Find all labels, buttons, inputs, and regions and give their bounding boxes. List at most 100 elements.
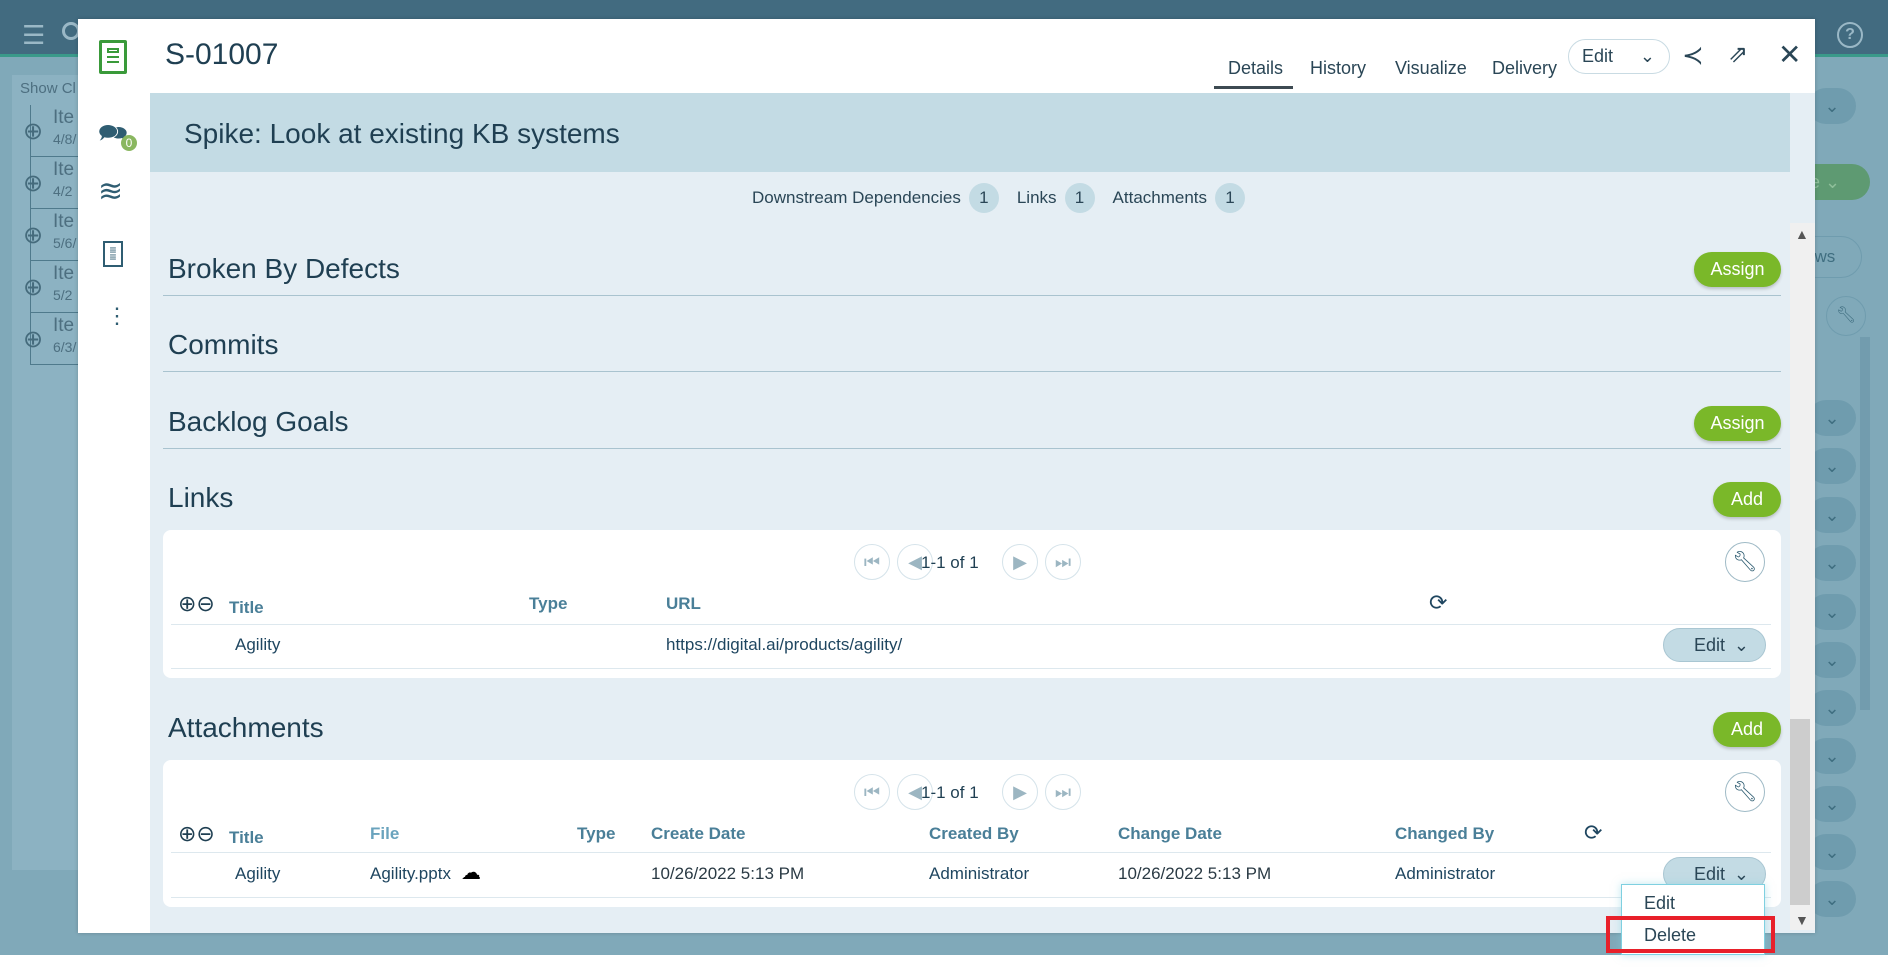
background-dropdown[interactable]: ⌄ [1808, 834, 1856, 870]
link-title[interactable]: Agility [235, 635, 280, 655]
column-header-changed-by[interactable]: Changed By [1395, 824, 1494, 844]
background-scrollbar[interactable] [1860, 337, 1870, 710]
last-page-button[interactable]: ⏭ [1045, 774, 1081, 810]
menu-item-edit[interactable]: Edit [1644, 893, 1675, 914]
column-header-file[interactable]: File [370, 824, 399, 844]
create-date: 10/26/2022 5:13 PM [651, 864, 805, 883]
close-icon[interactable]: ✕ [1778, 38, 1801, 71]
created-by[interactable]: Administrator [929, 864, 1029, 884]
next-page-button[interactable]: ▶ [1002, 544, 1038, 580]
grid-settings-wrench-icon[interactable]: 🔧︎ [1725, 772, 1765, 812]
column-header-type[interactable]: Type [577, 824, 615, 844]
expand-icon[interactable]: ⊕ [23, 273, 43, 302]
tab-delivery[interactable]: Delivery [1492, 58, 1557, 79]
add-link-button[interactable]: Add [1713, 482, 1781, 517]
background-wrench-icon[interactable]: 🔧︎ [1826, 296, 1866, 336]
active-tab-underline [1214, 86, 1293, 89]
edit-dropdown[interactable]: Edit ⌄ [1568, 39, 1670, 74]
hamburger-menu-icon[interactable]: ☰ [22, 20, 45, 51]
share-icon[interactable]: ≺ [1682, 40, 1704, 71]
count-label[interactable]: Attachments [1113, 188, 1208, 207]
next-page-button[interactable]: ▶ [1002, 774, 1038, 810]
row-edit-button[interactable]: Edit ⌄ [1663, 628, 1766, 662]
comment-count-badge: 0 [121, 135, 137, 151]
attachments-grid: ⏮ ◀ 1-1 of 1 ▶ ⏭ 🔧︎ ⊕⊖ Title File Type C… [163, 760, 1781, 907]
refresh-icon[interactable]: ⟳ [1429, 590, 1447, 616]
background-dropdown[interactable]: ⌄ [1808, 88, 1856, 124]
column-header-create-date[interactable]: Create Date [651, 824, 746, 844]
cloud-download-icon[interactable]: ☁︎ [461, 860, 481, 885]
column-header-type[interactable]: Type [529, 594, 567, 614]
background-dropdown[interactable]: ⌄ [1808, 448, 1856, 484]
row-edit-label: Edit [1694, 864, 1726, 884]
expand-icon[interactable]: ⊕ [23, 117, 43, 146]
background-dropdown[interactable]: ⌄ [1808, 497, 1856, 533]
section-title-links: Links [168, 482, 234, 513]
first-page-button[interactable]: ⏮ [854, 774, 890, 810]
document-icon[interactable]: ≡ ≡ [103, 241, 123, 267]
assign-goals-button[interactable]: Assign [1694, 406, 1781, 441]
column-header-title[interactable]: Title [229, 598, 264, 618]
links-grid: ⏮ ◀ 1-1 of 1 ▶ ⏭ 🔧︎ ⊕⊖ Title Type URL ⟳ … [163, 530, 1781, 678]
background-dropdown[interactable]: ⌄ [1808, 690, 1856, 726]
count-label[interactable]: Downstream Dependencies [752, 188, 961, 207]
add-attachment-button[interactable]: Add [1713, 712, 1781, 747]
scroll-up-icon[interactable]: ▲ [1795, 226, 1809, 242]
expand-icon[interactable]: ⊕ [23, 325, 43, 354]
assign-defects-button[interactable]: Assign [1694, 252, 1781, 287]
chevron-down-icon: ⌄ [1733, 635, 1749, 655]
expand-icon[interactable]: ⊕ [23, 169, 43, 198]
item-date: 4/8/ [53, 131, 77, 147]
item-date: 6/3/ [53, 339, 77, 355]
background-dropdown[interactable]: ⌄ [1808, 786, 1856, 822]
background-dropdown[interactable]: ⌄ [1808, 642, 1856, 678]
story-icon[interactable] [99, 40, 127, 74]
column-header-title[interactable]: Title [229, 828, 264, 848]
scroll-down-icon[interactable]: ▼ [1795, 912, 1809, 928]
tab-details[interactable]: Details [1228, 58, 1283, 79]
section-title-commits: Commits [168, 329, 279, 360]
relationship-counts: Downstream Dependencies 1 Links 1 Attachment… [752, 183, 1263, 213]
change-date: 10/26/2022 5:13 PM [1118, 864, 1272, 883]
row-divider [171, 624, 1771, 625]
modal-header [150, 19, 1815, 93]
row-divider [171, 897, 1771, 898]
background-dropdown[interactable]: ⌄ [1808, 545, 1856, 581]
section-title-broken-by-defects: Broken By Defects [168, 253, 400, 284]
tab-history[interactable]: History [1310, 58, 1366, 79]
changed-by[interactable]: Administrator [1395, 864, 1495, 884]
scrollbar-thumb[interactable] [1790, 719, 1810, 905]
count-badge: 1 [1215, 183, 1246, 213]
item-date: 4/2 [53, 183, 73, 199]
expand-collapse-all-icons[interactable]: ⊕⊖ [178, 591, 215, 617]
column-header-change-date[interactable]: Change Date [1118, 824, 1222, 844]
expand-collapse-all-icons[interactable]: ⊕⊖ [178, 821, 215, 847]
help-icon[interactable]: ? [1837, 22, 1863, 48]
count-badge: 1 [968, 183, 999, 213]
last-page-button[interactable]: ⏭ [1045, 544, 1081, 580]
first-page-button[interactable]: ⏮ [854, 544, 890, 580]
grid-settings-wrench-icon[interactable]: 🔧︎ [1725, 542, 1765, 582]
background-dropdown[interactable]: ⌄ [1808, 881, 1856, 917]
background-dropdown[interactable]: ⌄ [1808, 738, 1856, 774]
activity-stream-icon[interactable]: ≋ [98, 174, 123, 209]
count-label[interactable]: Links [1017, 188, 1057, 207]
background-dropdown[interactable]: ⌄ [1808, 400, 1856, 436]
relationship-icon[interactable]: ⋮ [106, 303, 128, 329]
tab-visualize[interactable]: Visualize [1395, 58, 1467, 79]
link-url[interactable]: https://digital.ai/products/agility/ [666, 635, 902, 655]
expand-icon[interactable]: ⊕ [23, 221, 43, 250]
background-dropdown[interactable]: ⌄ [1808, 594, 1856, 630]
row-divider [171, 668, 1771, 669]
attachment-title[interactable]: Agility [235, 864, 280, 884]
column-header-created-by[interactable]: Created By [929, 824, 1019, 844]
show-closed-toggle[interactable]: Show Cl [20, 80, 76, 97]
attachment-file[interactable]: Agility.pptx [370, 864, 451, 884]
row-divider [171, 852, 1771, 853]
item-title: Ite [53, 315, 75, 336]
refresh-icon[interactable]: ⟳ [1584, 820, 1602, 846]
item-id: S-01007 [165, 38, 279, 71]
column-header-url[interactable]: URL [666, 594, 701, 614]
export-icon[interactable]: ⇗ [1728, 40, 1748, 69]
item-title: Ite [53, 107, 75, 128]
